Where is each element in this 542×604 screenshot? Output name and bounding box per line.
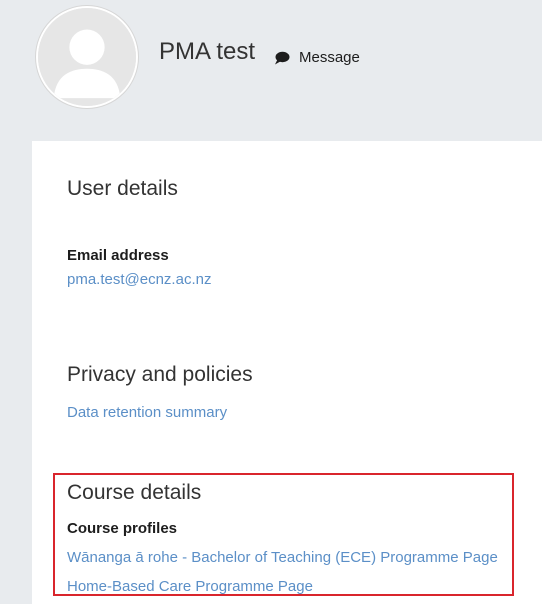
profile-details-card: User details Email address pma.test@ecnz…: [32, 141, 542, 604]
email-label: Email address: [67, 247, 169, 264]
user-details-heading: User details: [67, 177, 178, 200]
course-details-heading: Course details: [67, 481, 202, 504]
message-button[interactable]: Message: [274, 49, 360, 66]
speech-bubble-icon: [275, 51, 290, 64]
privacy-heading: Privacy and policies: [67, 363, 253, 386]
user-avatar-icon[interactable]: [36, 6, 138, 108]
course-profile-link-ece[interactable]: Wānanga ā rohe - Bachelor of Teaching (E…: [67, 549, 498, 566]
course-profile-link-home-based-care[interactable]: Home-Based Care Programme Page: [67, 578, 313, 595]
email-link[interactable]: pma.test@ecnz.ac.nz: [67, 271, 211, 288]
message-label: Message: [299, 49, 360, 66]
course-profiles-label: Course profiles: [67, 520, 178, 537]
profile-page: PMA test Message User details Email addr…: [0, 0, 542, 604]
data-retention-link[interactable]: Data retention summary: [67, 404, 227, 421]
profile-name: PMA test: [159, 38, 256, 65]
